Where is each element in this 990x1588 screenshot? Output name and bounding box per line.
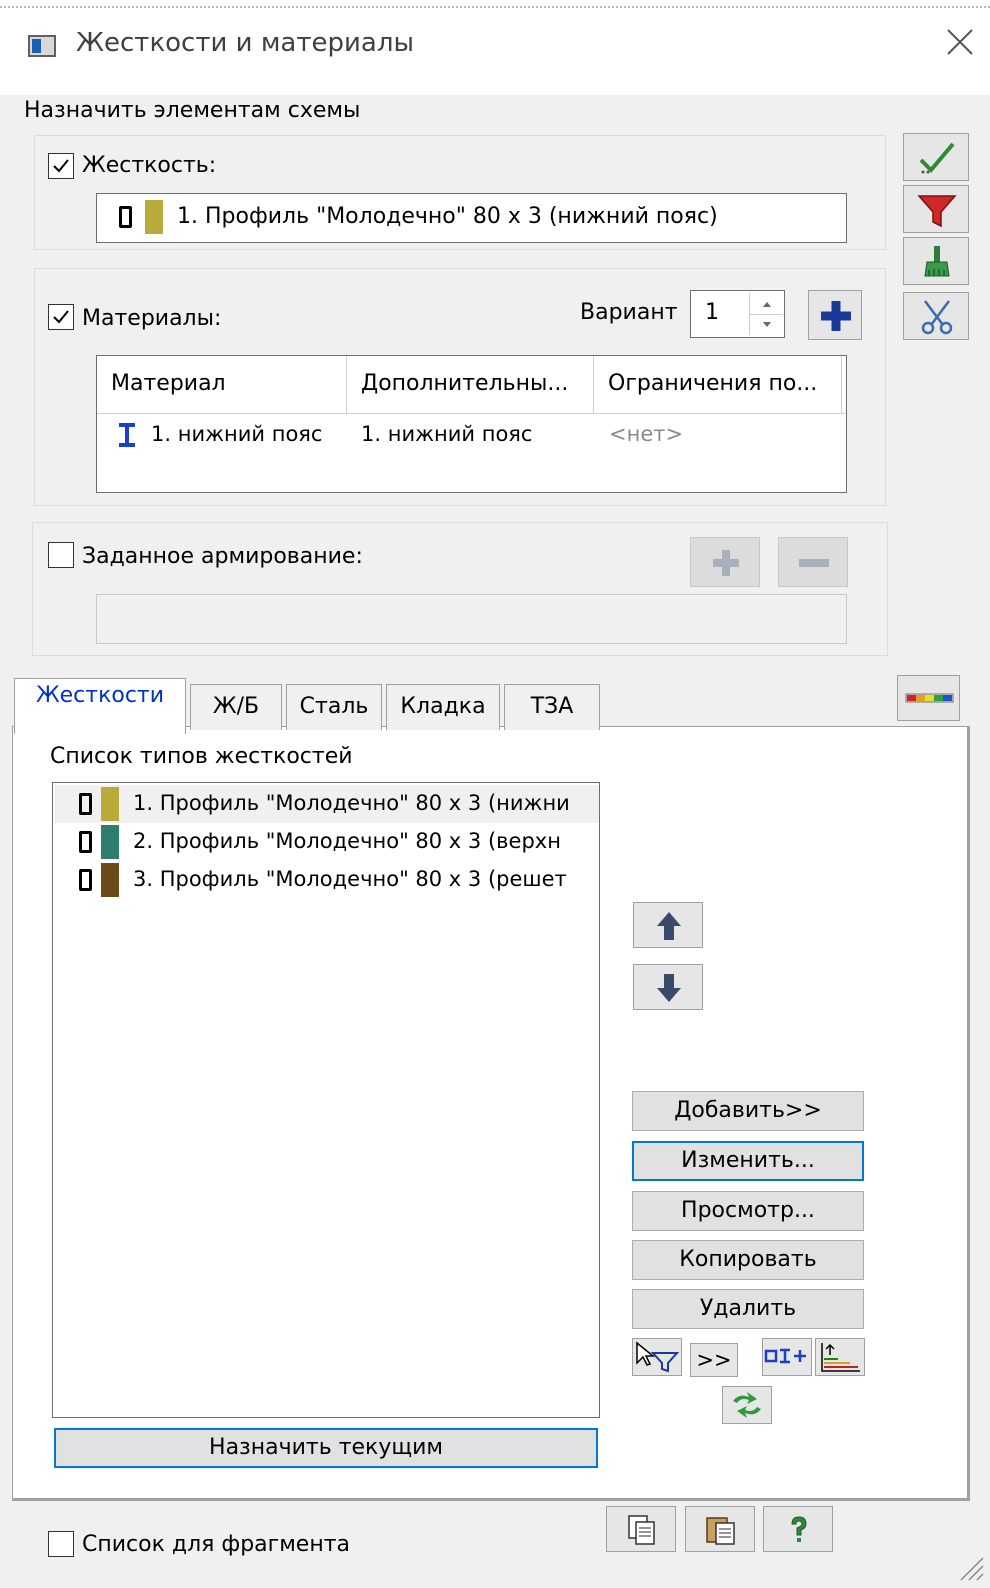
cell-limits: <нет> [609, 422, 684, 446]
table-row[interactable]: 1. нижний пояс 1. нижний пояс <нет> [97, 416, 846, 456]
paste-document-button[interactable] [685, 1506, 755, 1552]
cell-additional: 1. нижний пояс [361, 422, 533, 446]
filter-icon [917, 195, 957, 228]
profile-box-icon [119, 206, 132, 228]
tab-steel[interactable]: Сталь [286, 684, 382, 730]
item-color-swatch [101, 787, 119, 821]
select-filter-button[interactable] [632, 1338, 682, 1376]
remove-reinforcement-button[interactable] [778, 537, 848, 587]
cursor-filter-icon [636, 1341, 680, 1373]
close-icon[interactable] [940, 22, 980, 62]
section-insert-button[interactable] [762, 1338, 812, 1376]
section-insert-icon [764, 1348, 806, 1364]
column-header-limits[interactable]: Ограничения по... [594, 356, 842, 414]
list-item-text: 3. Профиль "Молодечно" 80 х 3 (решет [133, 867, 567, 891]
brush-button[interactable] [903, 237, 969, 285]
materials-table: Материал Дополнительны... Ограничения по… [96, 355, 847, 493]
materials-table-header: Материал Дополнительны... Ограничения по… [97, 356, 846, 414]
tab-stiffness[interactable]: Жесткости [14, 678, 186, 734]
checkmark-icon [919, 142, 955, 174]
variant-spinner[interactable]: 1 [690, 290, 785, 338]
tab-tza[interactable]: ТЗА [504, 684, 600, 730]
copy-document-button[interactable] [606, 1506, 676, 1552]
fragment-list-label: Список для фрагмента [82, 1532, 351, 1557]
more-button[interactable]: >> [690, 1343, 738, 1377]
filter-button[interactable] [903, 185, 969, 233]
stiffness-value-text: 1. Профиль "Молодечно" 80 х 3 (нижний по… [177, 204, 718, 229]
copy-button[interactable]: Копировать [632, 1240, 864, 1280]
delete-button[interactable]: Удалить [632, 1289, 864, 1329]
sort-levels-icon [821, 1343, 860, 1372]
stiffness-checkbox[interactable] [48, 153, 74, 179]
arrow-down-icon [657, 974, 681, 1002]
stiffness-label: Жесткость: [82, 153, 217, 178]
variant-value: 1 [705, 300, 719, 325]
tab-masonry[interactable]: Кладка [386, 684, 500, 730]
fragment-list-checkbox[interactable] [48, 1531, 74, 1557]
color-scale-button[interactable] [897, 675, 960, 721]
edit-button[interactable]: Изменить... [632, 1141, 864, 1181]
arrow-up-icon [657, 912, 681, 940]
move-down-button[interactable] [633, 964, 703, 1010]
chevron-up-icon [763, 302, 771, 307]
refresh-button[interactable] [722, 1386, 772, 1424]
item-color-swatch [101, 825, 119, 859]
scissors-icon [921, 300, 953, 335]
plus-icon [821, 301, 851, 331]
stiffness-color-swatch [145, 200, 163, 234]
view-button[interactable]: Просмотр... [632, 1191, 864, 1231]
i-beam-icon [119, 423, 135, 447]
apply-check-button[interactable] [903, 133, 969, 181]
reinforcement-checkbox[interactable] [48, 542, 74, 568]
reinforcement-label: Заданное армирование: [82, 544, 363, 569]
variant-label: Вариант [580, 300, 678, 325]
profile-box-icon [79, 793, 92, 815]
assign-current-button[interactable]: Назначить текущим [54, 1428, 598, 1468]
list-item[interactable]: 3. Профиль "Молодечно" 80 х 3 (решет [55, 861, 599, 899]
paste-document-icon [706, 1517, 735, 1545]
list-item[interactable]: 2. Профиль "Молодечно" 80 х 3 (верхн [55, 823, 599, 861]
window-title: Жесткости и материалы [76, 28, 414, 58]
copy-document-icon [628, 1515, 655, 1545]
move-up-button[interactable] [633, 902, 703, 948]
list-item-text: 2. Профиль "Молодечно" 80 х 3 (верхн [133, 829, 561, 853]
profile-box-icon [79, 869, 92, 891]
brush-icon [924, 246, 950, 277]
spinner-down-button[interactable] [749, 314, 783, 335]
item-color-swatch [101, 863, 119, 897]
add-variant-button[interactable] [808, 290, 862, 340]
add-reinforcement-button[interactable] [690, 537, 760, 587]
add-button[interactable]: Добавить>> [632, 1091, 864, 1131]
resize-grip-icon[interactable] [955, 1552, 985, 1582]
tab-reinforced-concrete[interactable]: Ж/Б [190, 684, 282, 730]
profile-box-icon [79, 831, 92, 853]
list-item-text: 1. Профиль "Молодечно" 80 х 3 (нижни [133, 791, 570, 815]
refresh-arrows-icon [733, 1392, 761, 1418]
minus-icon [799, 559, 829, 567]
stiffness-list-label: Список типов жесткостей [50, 744, 353, 769]
reinforcement-field [96, 594, 847, 644]
help-icon [791, 1516, 807, 1542]
cell-material: 1. нижний пояс [151, 422, 323, 446]
chevron-down-icon [763, 322, 771, 327]
materials-checkbox[interactable] [48, 304, 74, 330]
list-item[interactable]: 1. Профиль "Молодечно" 80 х 3 (нижни [55, 785, 599, 823]
assign-group-label: Назначить элементам схемы [24, 98, 361, 123]
color-scale-icon [905, 693, 954, 703]
column-header-additional[interactable]: Дополнительны... [347, 356, 594, 414]
stiffness-value-field[interactable]: 1. Профиль "Молодечно" 80 х 3 (нижний по… [96, 193, 847, 243]
plus-icon [713, 550, 739, 576]
spinner-up-button[interactable] [749, 293, 783, 314]
window-app-icon [28, 35, 56, 57]
column-header-material[interactable]: Материал [97, 356, 347, 414]
cut-button[interactable] [903, 292, 969, 340]
materials-label: Материалы: [82, 306, 222, 331]
help-button[interactable] [763, 1506, 833, 1552]
sort-levels-button[interactable] [815, 1338, 865, 1376]
stiffness-list: 1. Профиль "Молодечно" 80 х 3 (нижни 2. … [52, 782, 600, 1418]
